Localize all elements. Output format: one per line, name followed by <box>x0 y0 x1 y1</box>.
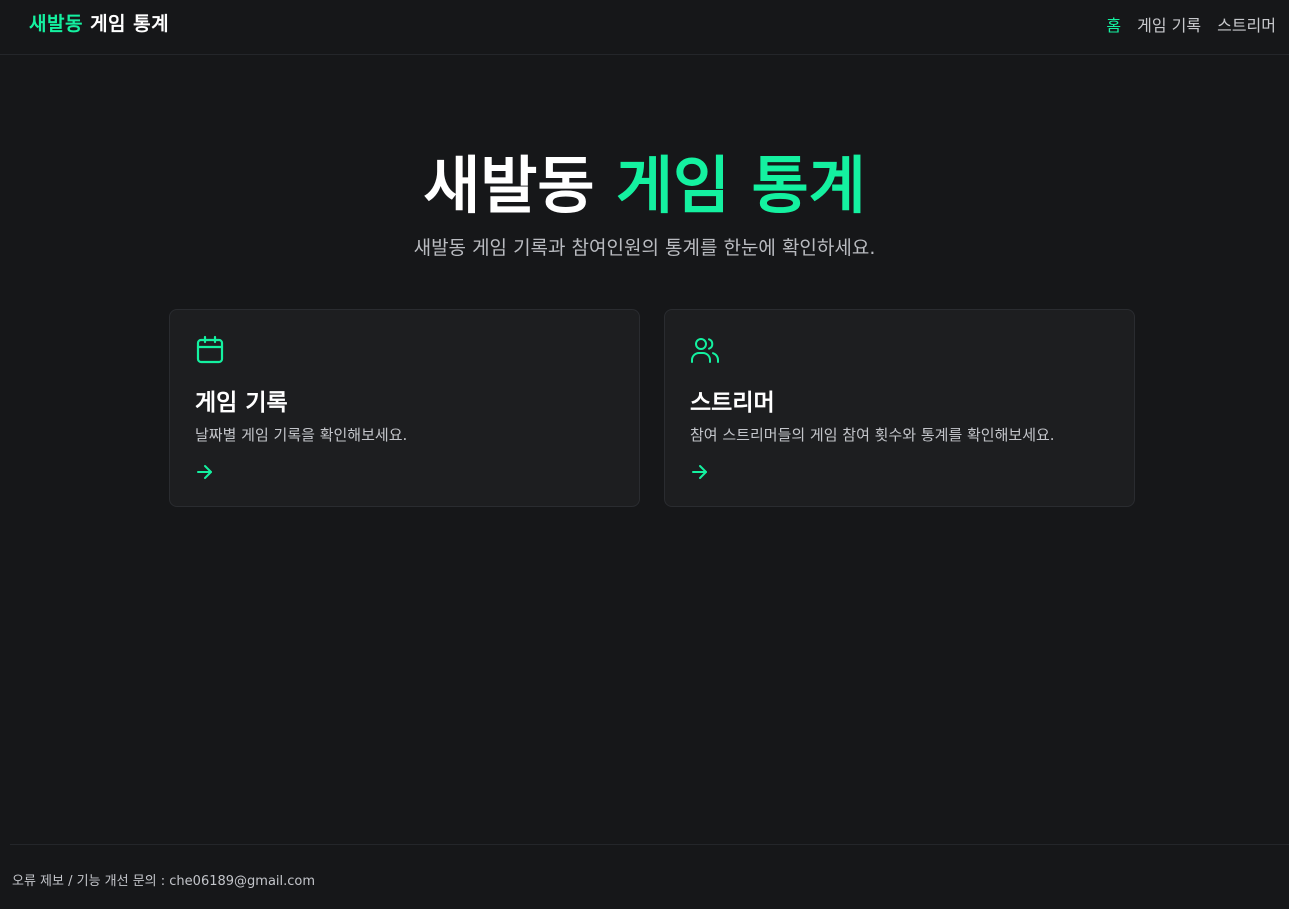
brand-text: 게임 통계 <box>82 13 170 35</box>
card-description: 날짜별 게임 기록을 확인해보세요. <box>195 426 408 444</box>
card-title: 스트리머 <box>690 390 775 416</box>
streamers-card[interactable]: 스트리머 참여 스트리머들의 게임 참여 횟수와 통계를 확인해보세요. <box>664 309 1135 507</box>
nav-links: 홈 게임 기록 스트리머 <box>1106 12 1276 36</box>
footer-contact-text: 오류 제보 / 기능 개선 문의 : che06189@gmail.com <box>12 874 316 889</box>
arrow-right-icon[interactable] <box>195 462 215 482</box>
brand-accent-text: 새발동 <box>29 13 83 35</box>
calendar-icon <box>196 335 224 364</box>
hero-title: 새발동 게임 통계 <box>0 146 1289 226</box>
hero-title-plain: 새발동 <box>423 149 616 222</box>
card-title: 게임 기록 <box>195 390 288 416</box>
game-records-card[interactable]: 게임 기록 날짜별 게임 기록을 확인해보세요. <box>169 309 640 507</box>
footer: 오류 제보 / 기능 개선 문의 : che06189@gmail.com <box>10 844 1289 909</box>
brand-logo[interactable]: 새발동 게임 통계 <box>29 9 169 36</box>
hero-subtitle: 새발동 게임 기록과 참여인원의 통계를 한눈에 확인하세요. <box>413 237 876 259</box>
hero-title-accent: 게임 통계 <box>615 149 866 222</box>
nav-link-game-records[interactable]: 게임 기록 <box>1137 12 1201 36</box>
card-description: 참여 스트리머들의 게임 참여 횟수와 통계를 확인해보세요. <box>690 426 1055 444</box>
arrow-right-icon[interactable] <box>690 462 710 482</box>
nav-link-home[interactable]: 홈 <box>1106 12 1121 36</box>
top-navbar: 새발동 게임 통계 홈 게임 기록 스트리머 <box>0 0 1289 55</box>
nav-link-streamers[interactable]: 스트리머 <box>1217 12 1276 36</box>
users-icon <box>691 338 720 363</box>
